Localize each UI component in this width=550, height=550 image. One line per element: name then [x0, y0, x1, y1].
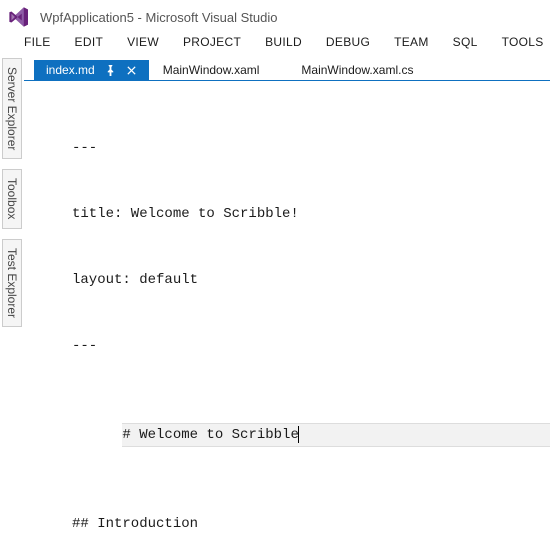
tab-label: index.md — [46, 63, 95, 77]
menu-tools[interactable]: TOOLS — [490, 31, 550, 53]
editor-line: ## Introduction — [72, 513, 550, 535]
tab-index-md[interactable]: index.md — [34, 60, 149, 80]
editor-line: --- — [72, 137, 550, 159]
close-icon[interactable] — [126, 65, 137, 76]
document-tab-strip: index.md MainWindow.xaml MainWindow.xaml… — [24, 54, 550, 80]
editor-column: index.md MainWindow.xaml MainWindow.xaml… — [24, 54, 550, 550]
menu-edit[interactable]: EDIT — [63, 31, 116, 53]
side-tab-toolbox[interactable]: Toolbox — [2, 169, 22, 228]
menu-view[interactable]: VIEW — [115, 31, 171, 53]
editor-line: title: Welcome to Scribble! — [72, 203, 550, 225]
menu-debug[interactable]: DEBUG — [314, 31, 382, 53]
visual-studio-logo-icon — [8, 6, 30, 28]
title-bar: WpfApplication5 - Microsoft Visual Studi… — [0, 0, 550, 30]
menu-bar: FILE EDIT VIEW PROJECT BUILD DEBUG TEAM … — [0, 30, 550, 54]
editor-line: # Welcome to Scribble — [122, 427, 298, 443]
editor-line: --- — [72, 335, 550, 357]
tab-label: MainWindow.xaml — [163, 63, 260, 77]
menu-project[interactable]: PROJECT — [171, 31, 253, 53]
window-title: WpfApplication5 - Microsoft Visual Studi… — [40, 10, 277, 25]
menu-file[interactable]: FILE — [12, 31, 63, 53]
text-caret — [298, 426, 299, 443]
side-tab-test-explorer[interactable]: Test Explorer — [2, 239, 22, 327]
tab-mainwindow-xaml-cs[interactable]: MainWindow.xaml.cs — [287, 60, 441, 80]
menu-build[interactable]: BUILD — [253, 31, 314, 53]
menu-sql[interactable]: SQL — [441, 31, 490, 53]
side-tab-server-explorer[interactable]: Server Explorer — [2, 58, 22, 159]
tab-label: MainWindow.xaml.cs — [301, 63, 413, 77]
code-editor[interactable]: --- title: Welcome to Scribble! layout: … — [24, 80, 550, 550]
main-area: Server Explorer Toolbox Test Explorer in… — [0, 54, 550, 550]
editor-line: layout: default — [72, 269, 550, 291]
current-line-highlight: # Welcome to Scribble — [122, 423, 550, 447]
pin-icon[interactable] — [105, 65, 116, 76]
collapsed-tool-strip: Server Explorer Toolbox Test Explorer — [0, 54, 24, 550]
menu-team[interactable]: TEAM — [382, 31, 441, 53]
tab-mainwindow-xaml[interactable]: MainWindow.xaml — [149, 60, 288, 80]
